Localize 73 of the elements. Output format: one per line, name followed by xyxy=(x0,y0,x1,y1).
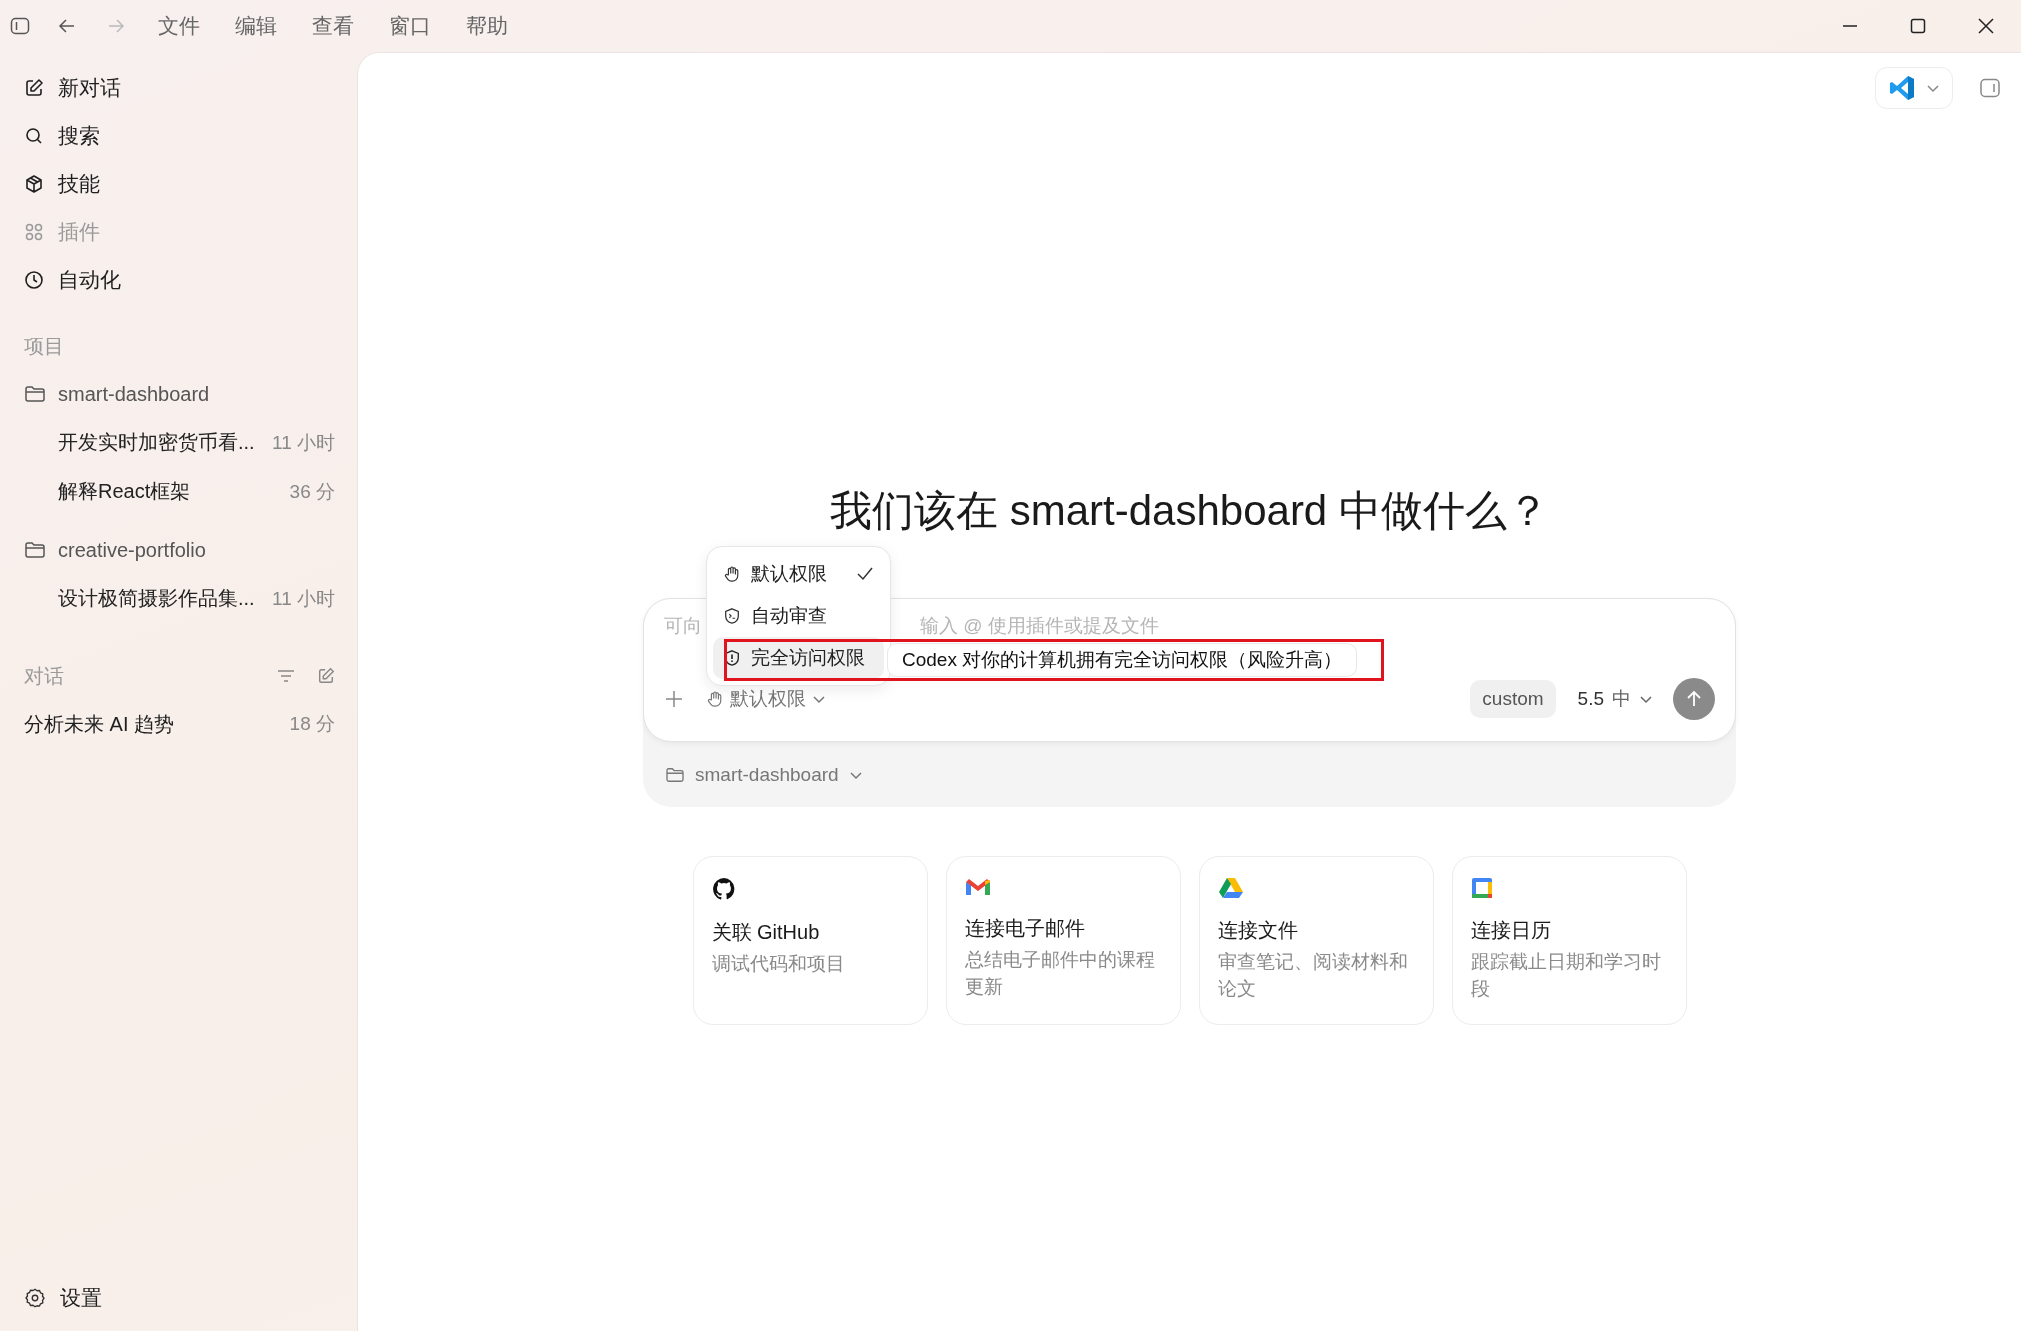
thread-time: 11 小时 xyxy=(272,586,335,611)
add-icon[interactable] xyxy=(664,689,684,709)
hand-icon xyxy=(723,565,741,583)
sidebar-item[interactable]: 技能 xyxy=(24,160,335,208)
page-heading: 我们该在 smart-dashboard 中做什么？ xyxy=(830,486,1549,536)
menu-item[interactable]: 编辑 xyxy=(235,12,277,40)
folder-icon xyxy=(24,385,46,403)
octocat-icon xyxy=(711,877,736,901)
hand-icon xyxy=(706,690,724,708)
thread-time: 11 小时 xyxy=(272,430,335,455)
thread-item[interactable]: 开发实时加密货币看... xyxy=(58,429,266,456)
chevron-down-icon xyxy=(1926,83,1940,93)
card-description: 调试代码和项目 xyxy=(711,952,845,976)
menu-option[interactable]: 完全访问权限 xyxy=(713,637,884,679)
sidebar-item[interactable]: 搜索 xyxy=(24,112,335,160)
folder-icon xyxy=(24,541,46,559)
folder-dropdown[interactable]: smart-dashboard xyxy=(643,742,1736,807)
chevron-down-icon xyxy=(812,694,826,704)
menu-item[interactable]: 窗口 xyxy=(389,12,431,40)
suggestion-card[interactable]: 连接文件 审查笔记、阅读材料和论文 xyxy=(1198,856,1434,1025)
project-item[interactable]: creative-portfolio xyxy=(24,526,335,574)
card-description: 审查笔记、阅读材料和论文 xyxy=(1217,950,1409,1001)
filter-icon[interactable] xyxy=(277,669,295,683)
thread-time: 36 分 xyxy=(289,479,335,504)
cube-icon xyxy=(24,174,44,194)
card-title: 连接文件 xyxy=(1217,918,1298,943)
permission-dropdown[interactable]: 默认权限 xyxy=(706,686,826,712)
suggestion-card[interactable]: 连接日历 跟踪截止日期和学习时段 xyxy=(1451,856,1687,1025)
shield-icon xyxy=(723,607,741,625)
section-heading: 项目 xyxy=(24,333,65,359)
editor-logo-icon xyxy=(1888,74,1916,102)
menu-item[interactable]: 查看 xyxy=(312,12,354,40)
project-item[interactable]: smart-dashboard xyxy=(24,370,335,418)
sidebar-item[interactable]: 新对话 xyxy=(24,64,335,112)
calendar-icon xyxy=(1470,877,1493,899)
model-dropdown[interactable]: 5.5 中 xyxy=(1577,686,1653,712)
card-description: 总结电子邮件中的课程更新 xyxy=(964,948,1156,999)
conversation-time: 18 分 xyxy=(289,712,335,736)
card-title: 连接日历 xyxy=(1470,918,1551,943)
suggestion-card[interactable]: 连接电子邮件 总结电子邮件中的课程更新 xyxy=(945,856,1181,1025)
sidebar-item[interactable]: 自动化 xyxy=(24,256,335,304)
suggestion-card[interactable]: 关联 GitHub 调试代码和项目 xyxy=(692,856,928,1025)
card-title: 关联 GitHub xyxy=(711,920,820,945)
sidebar-toggle-icon[interactable] xyxy=(10,16,30,36)
menu-option[interactable]: 默认权限 xyxy=(713,553,884,595)
maximize-icon[interactable] xyxy=(1910,18,1926,34)
folder-icon xyxy=(665,766,685,783)
card-description: 跟踪截止日期和学习时段 xyxy=(1470,950,1662,1001)
section-heading: 对话 xyxy=(24,663,64,689)
grid-dots-icon xyxy=(24,222,44,242)
conversation-item[interactable]: 分析未来 AI 趋势 xyxy=(24,710,174,738)
tooltip: Codex 对你的计算机拥有完全访问权限（风险升高） xyxy=(887,643,1357,677)
settings-icon xyxy=(24,1287,46,1309)
triangle-drive-icon xyxy=(1217,877,1244,899)
envelope-m-icon xyxy=(964,877,991,897)
menu-item[interactable]: 帮助 xyxy=(466,12,508,40)
mode-chip[interactable]: custom xyxy=(1470,680,1556,718)
chevron-down-icon xyxy=(1639,694,1653,704)
search-icon xyxy=(24,126,44,146)
card-title: 连接电子邮件 xyxy=(964,916,1085,941)
thread-item[interactable]: 解释React框架 xyxy=(58,478,284,505)
clock-icon xyxy=(24,270,44,290)
close-icon[interactable] xyxy=(1978,18,1994,34)
open-in-editor-button[interactable] xyxy=(1875,67,1953,109)
compose-icon xyxy=(24,78,44,98)
chevron-down-icon xyxy=(848,769,863,780)
menu-item[interactable]: 文件 xyxy=(158,12,200,40)
thread-item[interactable]: 设计极简摄影作品集... xyxy=(58,585,266,612)
send-button[interactable] xyxy=(1673,678,1715,720)
settings-item[interactable]: 设置 xyxy=(24,1274,335,1322)
compose-icon[interactable] xyxy=(317,667,335,685)
side-panel-icon[interactable] xyxy=(1979,77,2001,99)
menu-option[interactable]: 自动审查 xyxy=(713,595,884,637)
